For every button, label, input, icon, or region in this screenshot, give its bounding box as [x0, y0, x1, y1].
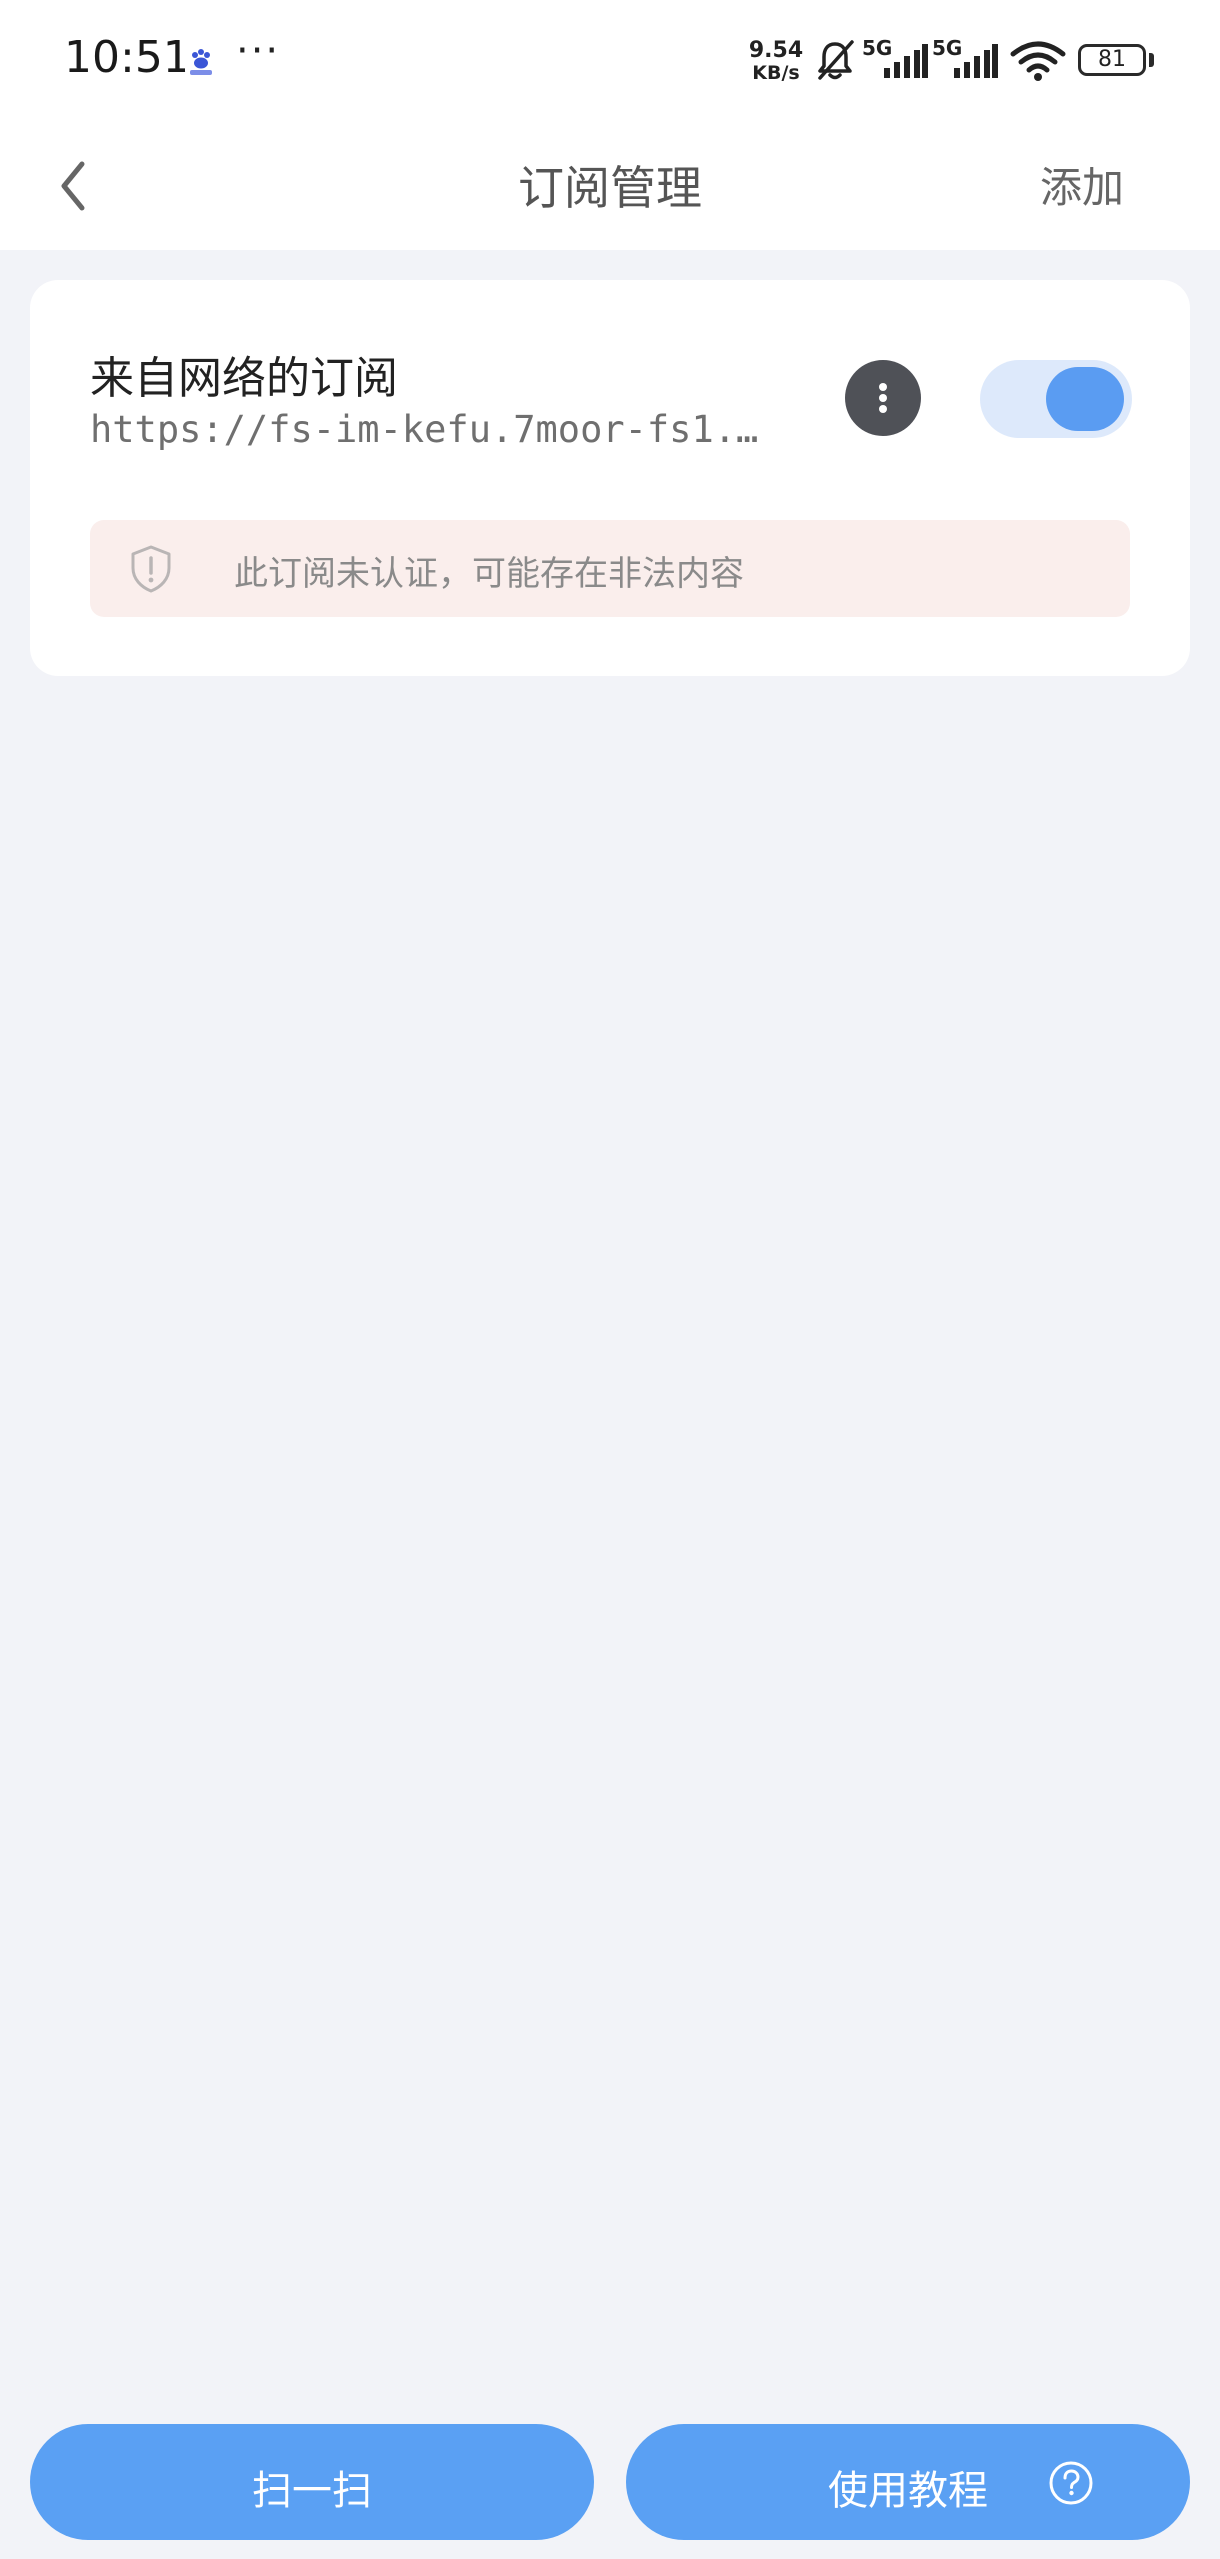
- add-button[interactable]: 添加: [1040, 154, 1124, 215]
- status-bar: 10:51 ··· 9.54 KB/s 5G 5G 81: [0, 0, 1220, 124]
- baidu-app-icon: [185, 45, 217, 77]
- status-time: 10:51: [64, 32, 191, 83]
- battery-icon: 81: [1078, 44, 1146, 76]
- mute-bell-icon: [818, 40, 854, 80]
- more-vertical-icon: [879, 383, 887, 391]
- signal-icon: 5G: [862, 36, 928, 82]
- tutorial-button-label: 使用教程: [828, 2468, 988, 2514]
- scan-button[interactable]: 扫一扫: [30, 2424, 594, 2540]
- signal-icon: 5G: [932, 36, 998, 82]
- more-options-button[interactable]: [845, 360, 921, 436]
- nav-bar: 订阅管理 添加: [0, 124, 1220, 250]
- warning-banner: 此订阅未认证，可能存在非法内容: [90, 520, 1130, 617]
- subscription-card: 来自网络的订阅 https://fs-im-kefu.7moor-fs1.… 此…: [30, 280, 1190, 676]
- page-title: 订阅管理: [518, 161, 702, 215]
- more-vertical-icon: [879, 405, 887, 413]
- tutorial-button[interactable]: 使用教程: [626, 2424, 1190, 2540]
- more-vertical-icon: [879, 394, 887, 402]
- network-speed-value: 9.54: [748, 38, 804, 63]
- toggle-knob: [1046, 367, 1124, 431]
- subscription-toggle[interactable]: [980, 360, 1132, 438]
- wifi-icon: [1010, 41, 1066, 81]
- question-circle-icon[interactable]: [1048, 2460, 1094, 2506]
- scan-button-label: 扫一扫: [252, 2468, 372, 2514]
- subscription-title: 来自网络的订阅: [90, 353, 398, 404]
- shield-alert-icon: [131, 545, 171, 593]
- signal-bars: [954, 44, 998, 78]
- subscription-url: https://fs-im-kefu.7moor-fs1.…: [90, 408, 759, 451]
- battery-level: 81: [1098, 47, 1126, 72]
- network-speed-unit: KB/s: [752, 62, 800, 84]
- signal-bars: [884, 44, 928, 78]
- more-notifications-indicator: ···: [236, 28, 281, 74]
- chevron-left-icon[interactable]: [52, 150, 96, 222]
- battery-tip: [1149, 53, 1154, 67]
- network-speed: 9.54 KB/s: [748, 38, 804, 85]
- warning-text: 此订阅未认证，可能存在非法内容: [234, 554, 744, 594]
